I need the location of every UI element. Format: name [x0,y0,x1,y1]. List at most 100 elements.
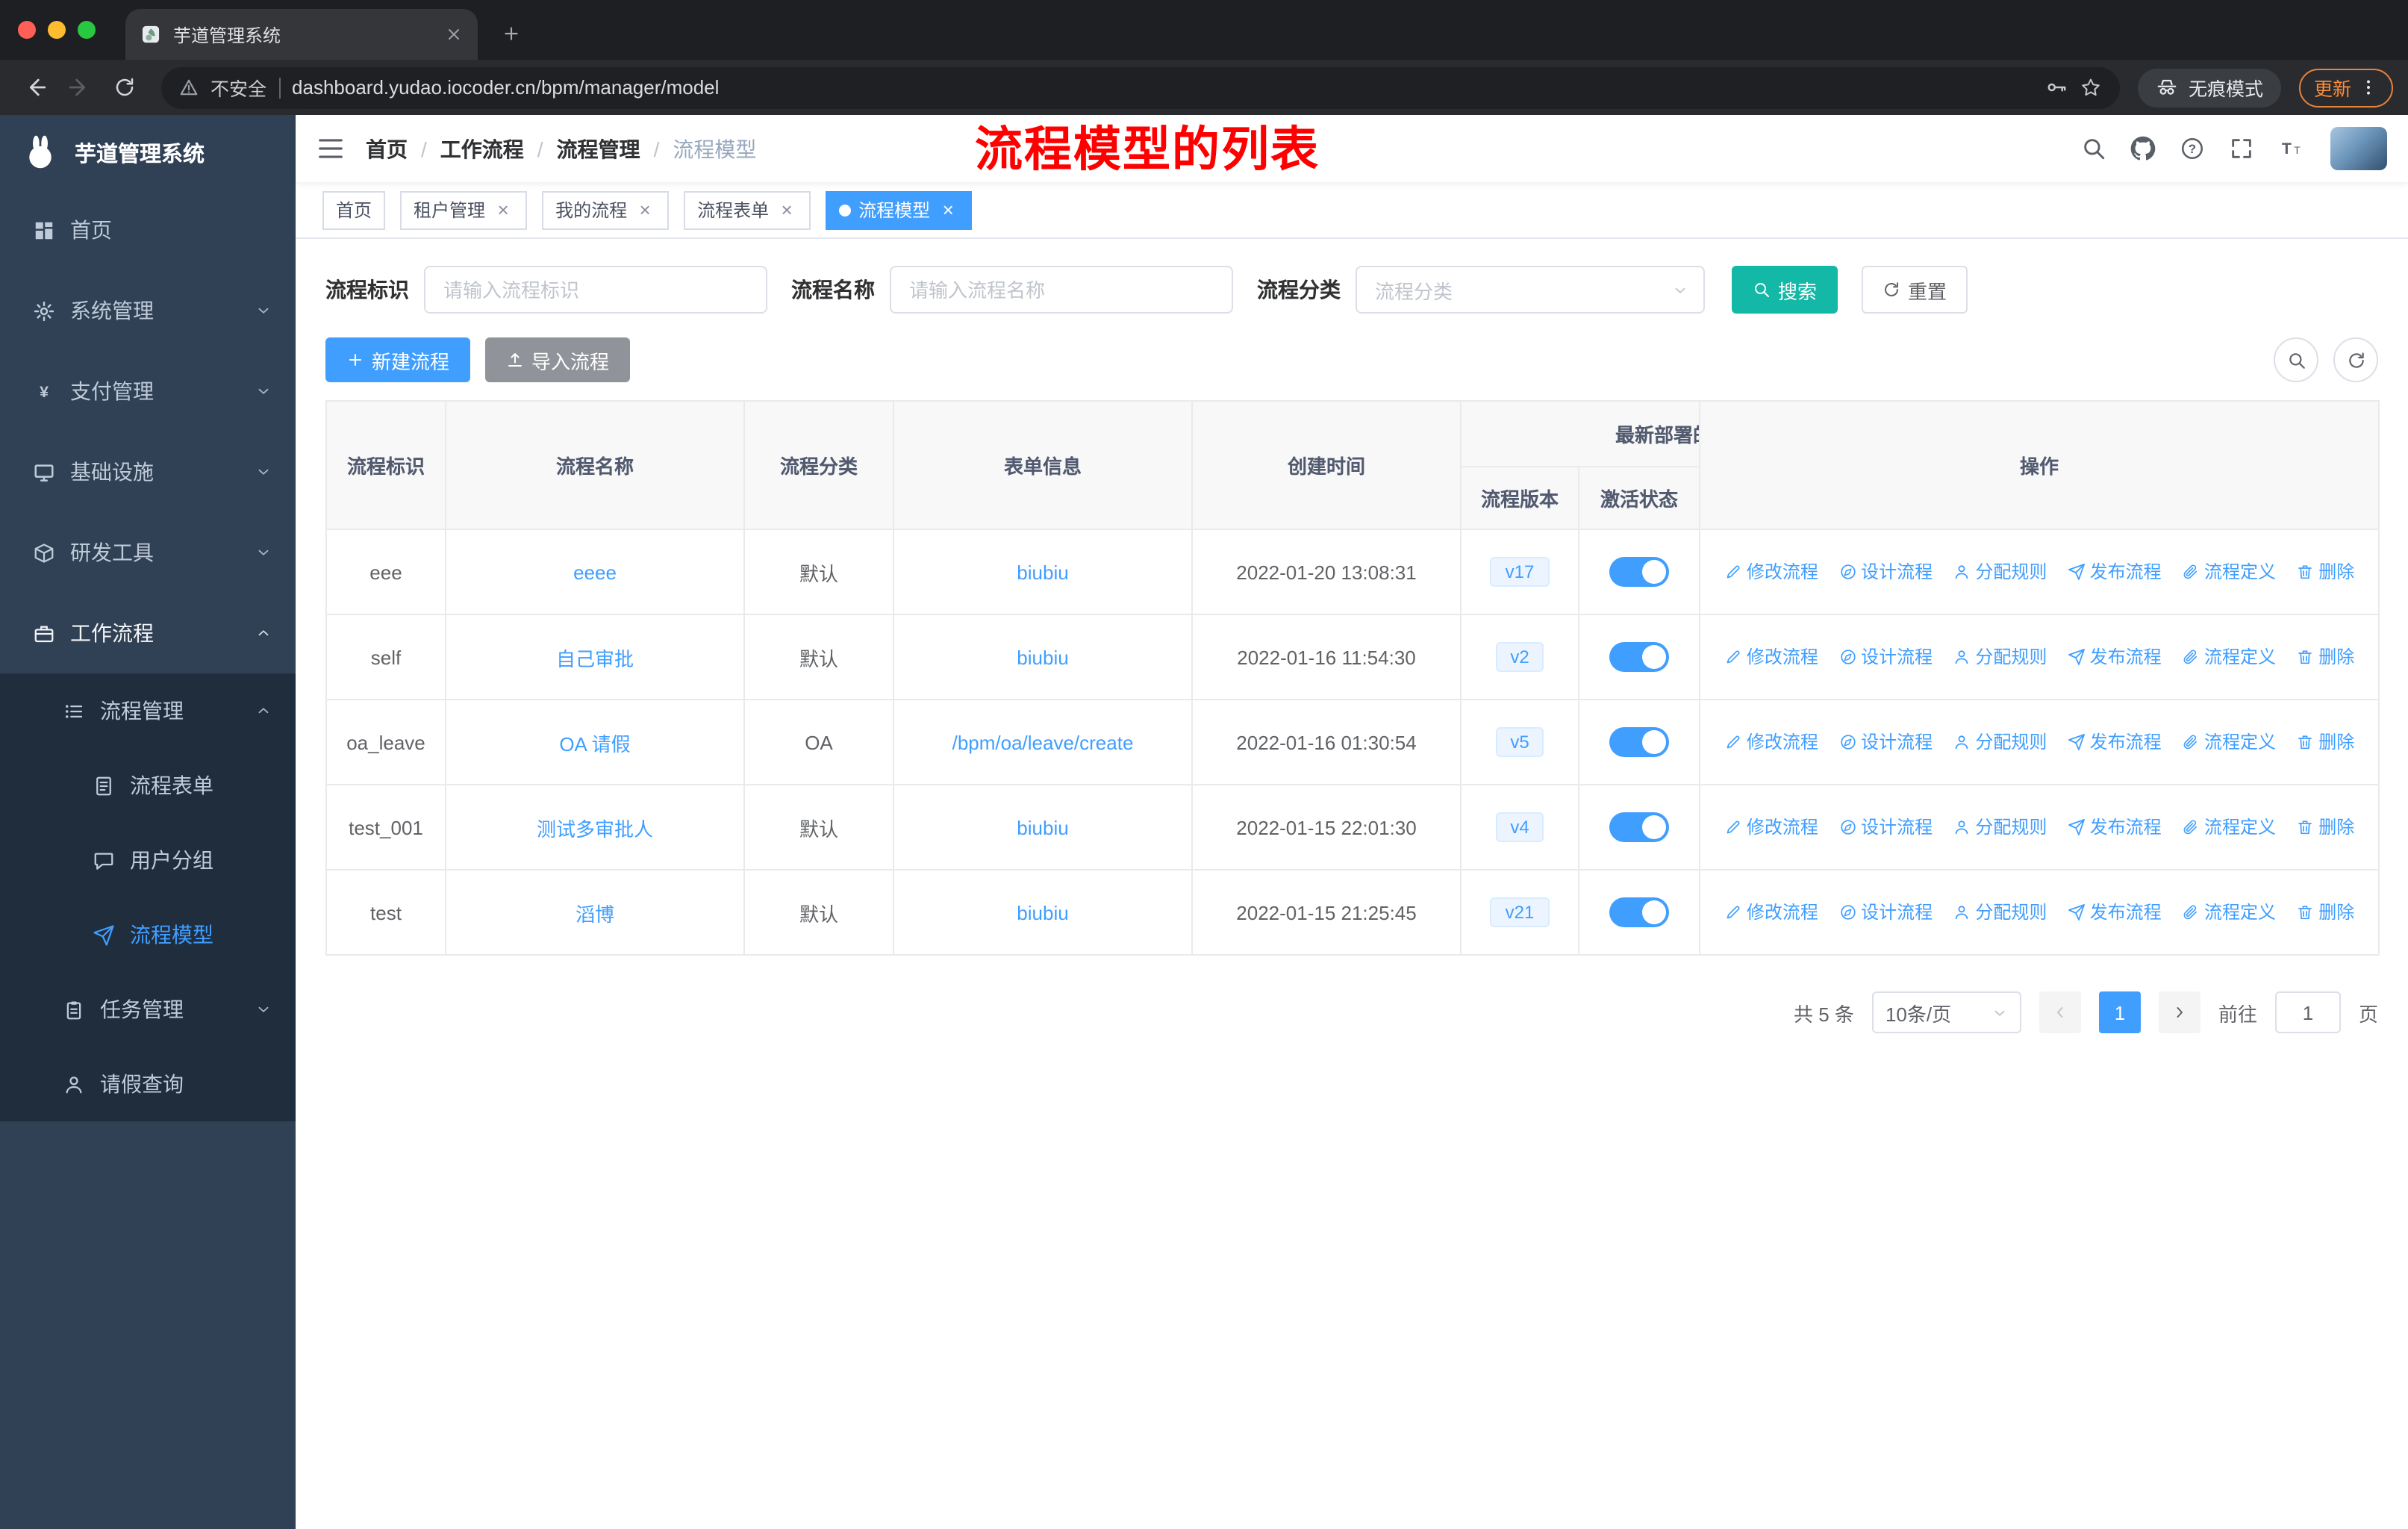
process-form-link[interactable]: biubiu [1017,816,1068,838]
reload-button[interactable] [105,68,143,107]
active-status-toggle[interactable] [1609,897,1669,927]
close-icon[interactable]: × [776,199,797,221]
sidebar-item-task-management[interactable]: 任务管理 [0,972,296,1047]
forward-button[interactable] [60,68,99,107]
breadcrumb-home[interactable]: 首页 [366,134,408,164]
active-status-toggle[interactable] [1609,557,1669,587]
delete-process-link[interactable]: 删除 [2296,559,2354,585]
delete-process-link[interactable]: 删除 [2296,729,2354,755]
process-name-link[interactable]: 自己审批 [556,647,634,670]
design-process-link[interactable]: 设计流程 [1838,644,1933,670]
tag-tenant-management[interactable]: 租户管理 × [400,190,528,229]
active-status-toggle[interactable] [1609,812,1669,842]
active-status-toggle[interactable] [1609,727,1669,757]
sidebar-item-dev-tools[interactable]: 研发工具 [0,512,296,593]
assign-rule-link[interactable]: 分配规则 [1953,559,2047,585]
publish-process-link[interactable]: 发布流程 [2068,644,2162,670]
close-icon[interactable]: × [493,199,514,221]
user-avatar[interactable] [2330,127,2387,170]
browser-tab[interactable]: 芋道管理系统 [125,9,478,60]
process-form-link[interactable]: biubiu [1017,901,1068,924]
close-icon[interactable]: × [634,199,655,221]
active-status-toggle[interactable] [1609,642,1669,672]
sidebar-item-leave-query[interactable]: 请假查询 [0,1047,296,1121]
process-name-link[interactable]: OA 请假 [559,732,630,755]
process-definition-link[interactable]: 流程定义 [2182,815,2276,840]
tag-process-form[interactable]: 流程表单 × [684,190,811,229]
back-button[interactable] [15,68,54,107]
process-name-link[interactable]: 测试多审批人 [537,818,653,840]
sidebar-item-infrastructure[interactable]: 基础设施 [0,432,296,512]
next-page-button[interactable] [2158,991,2200,1033]
process-definition-link[interactable]: 流程定义 [2182,559,2276,585]
design-process-link[interactable]: 设计流程 [1838,559,1933,585]
process-definition-link[interactable]: 流程定义 [2182,900,2276,925]
breadcrumb-workflow[interactable]: 工作流程 [440,134,524,164]
sidebar-item-home[interactable]: 首页 [0,190,296,270]
process-form-link[interactable]: biubiu [1017,646,1068,668]
process-name-input[interactable] [890,266,1233,314]
app-logo[interactable]: 芋道管理系统 [0,115,296,190]
design-process-link[interactable]: 设计流程 [1838,815,1933,840]
modify-process-link[interactable]: 修改流程 [1724,644,1818,670]
create-process-button[interactable]: 新建流程 [325,337,471,382]
process-category-select[interactable]: 流程分类 [1356,266,1705,314]
address-bar[interactable]: 不安全 dashboard.yudao.iocoder.cn/bpm/manag… [161,66,2120,108]
assign-rule-link[interactable]: 分配规则 [1953,900,2047,925]
font-size-icon[interactable] [2278,136,2303,161]
github-icon[interactable] [2130,136,2156,161]
tag-home[interactable]: 首页 [322,190,386,229]
search-button[interactable]: 搜索 [1732,266,1838,314]
reset-button[interactable]: 重置 [1862,266,1968,314]
delete-process-link[interactable]: 删除 [2296,900,2354,925]
modify-process-link[interactable]: 修改流程 [1724,729,1818,755]
process-form-link[interactable]: /bpm/oa/leave/create [952,731,1134,753]
sidebar-item-process-form[interactable]: 流程表单 [0,748,296,823]
design-process-link[interactable]: 设计流程 [1838,900,1933,925]
assign-rule-link[interactable]: 分配规则 [1953,729,2047,755]
close-icon[interactable]: × [938,199,958,221]
publish-process-link[interactable]: 发布流程 [2068,900,2162,925]
process-key-input[interactable] [424,266,767,314]
goto-page-input[interactable] [2274,991,2341,1033]
new-tab-button[interactable] [490,12,531,54]
sidebar-item-user-group[interactable]: 用户分组 [0,823,296,897]
password-key-icon[interactable] [2045,76,2068,99]
modify-process-link[interactable]: 修改流程 [1724,815,1818,840]
assign-rule-link[interactable]: 分配规则 [1953,644,2047,670]
close-window-button[interactable] [18,21,36,39]
prev-page-button[interactable] [2039,991,2081,1033]
close-tab-icon[interactable] [445,25,463,43]
design-process-link[interactable]: 设计流程 [1838,729,1933,755]
search-icon[interactable] [2081,136,2106,161]
sidebar-item-process-management[interactable]: 流程管理 [0,673,296,748]
import-process-button[interactable]: 导入流程 [485,337,631,382]
process-form-link[interactable]: biubiu [1017,561,1068,583]
update-menu-chip[interactable]: 更新 [2298,68,2393,107]
delete-process-link[interactable]: 删除 [2296,815,2354,840]
page-size-select[interactable]: 10条/页 [1871,991,2021,1033]
help-icon[interactable] [2180,136,2205,161]
process-name-link[interactable]: eeee [573,561,617,583]
delete-process-link[interactable]: 删除 [2296,644,2354,670]
modify-process-link[interactable]: 修改流程 [1724,559,1818,585]
refresh-table-button[interactable] [2333,337,2378,382]
sidebar-item-process-model[interactable]: 流程模型 [0,897,296,972]
tag-my-process[interactable]: 我的流程 × [542,190,670,229]
assign-rule-link[interactable]: 分配规则 [1953,815,2047,840]
publish-process-link[interactable]: 发布流程 [2068,559,2162,585]
process-definition-link[interactable]: 流程定义 [2182,644,2276,670]
process-name-link[interactable]: 滔博 [576,903,614,925]
fullscreen-icon[interactable] [2229,136,2254,161]
zoom-window-button[interactable] [78,21,96,39]
show-search-button[interactable] [2274,337,2318,382]
publish-process-link[interactable]: 发布流程 [2068,729,2162,755]
hamburger-icon[interactable] [316,134,345,163]
sidebar-item-workflow[interactable]: 工作流程 [0,593,296,673]
modify-process-link[interactable]: 修改流程 [1724,900,1818,925]
publish-process-link[interactable]: 发布流程 [2068,815,2162,840]
breadcrumb-process-management[interactable]: 流程管理 [557,134,640,164]
sidebar-item-system-management[interactable]: 系统管理 [0,270,296,351]
page-number-1[interactable]: 1 [2098,991,2141,1033]
sidebar-item-payment-management[interactable]: 支付管理 [0,351,296,432]
